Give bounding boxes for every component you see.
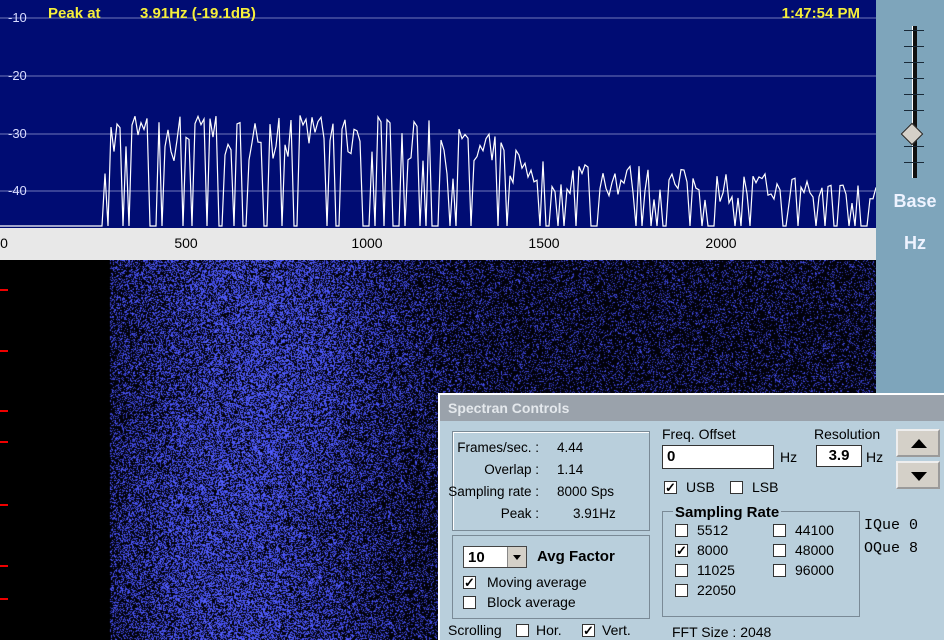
fft-size-value: 2048 xyxy=(740,624,772,640)
overlap-label: Overlap : xyxy=(484,462,539,477)
db-label-10: -10 xyxy=(8,10,27,25)
base-label: Base xyxy=(893,191,937,211)
queue-status: IQue 0 OQue 8 xyxy=(864,514,918,560)
rate-44100-label: 44100 xyxy=(795,522,834,538)
averaging-panel: 10 Avg Factor ✓ Moving average Block ave… xyxy=(452,535,650,619)
time-marker xyxy=(0,504,8,506)
out-queue-label: OQue xyxy=(864,540,901,557)
freq-tick-label: 2000 xyxy=(705,235,737,251)
peak-stat-value: 3.91Hz xyxy=(573,506,616,521)
freq-tick-label: 1500 xyxy=(528,235,560,251)
peak-label: Peak at xyxy=(48,5,101,22)
fft-size: FFT Size : 2048 xyxy=(672,624,771,640)
freq-offset-label: Freq. Offset xyxy=(662,426,736,442)
peak-stat-label: Peak : xyxy=(500,506,539,521)
sampling-rate-title: Sampling Rate xyxy=(673,504,782,521)
slider-notch xyxy=(904,162,924,163)
scroll-vertical-label: Vert. xyxy=(602,622,631,638)
slider-notch xyxy=(904,62,924,63)
freq-tick-label: 1000 xyxy=(351,235,383,251)
lsb-label: LSB xyxy=(752,479,779,495)
resolution-unit: Hz xyxy=(866,449,884,465)
usb-label: USB xyxy=(686,479,715,495)
in-queue-value: 0 xyxy=(909,517,919,534)
rate-5512-label: 5512 xyxy=(697,522,729,538)
frequency-axis: 0 500 1000 1500 2000 xyxy=(0,228,876,260)
spectrum-trace xyxy=(0,114,876,227)
overlap-value: 1.14 xyxy=(557,462,584,477)
base-slider-thumb[interactable] xyxy=(900,122,924,146)
time-marker xyxy=(0,565,8,567)
resolution-up-button[interactable] xyxy=(896,429,940,457)
usb-checkbox[interactable]: ✓ xyxy=(664,481,677,494)
base-slider-track[interactable] xyxy=(912,26,917,178)
resolution-label: Resolution xyxy=(814,426,881,442)
db-label-40: -40 xyxy=(8,183,27,198)
freq-offset-input[interactable]: 0 xyxy=(662,445,774,469)
spectrum-plot xyxy=(0,17,876,227)
rate-11025-checkbox[interactable] xyxy=(675,564,688,577)
moving-average-checkbox[interactable]: ✓ xyxy=(463,576,476,589)
rate-48000-label: 48000 xyxy=(795,542,834,558)
rate-44100-checkbox[interactable] xyxy=(773,524,786,537)
peak-value: 3.91Hz (-19.1dB) xyxy=(140,5,256,22)
moving-average-label: Moving average xyxy=(487,574,587,590)
rate-22050-checkbox[interactable] xyxy=(675,584,688,597)
scrolling-label: Scrolling xyxy=(448,622,502,638)
rate-48000-checkbox[interactable] xyxy=(773,544,786,557)
avg-factor-label: Avg Factor xyxy=(537,548,615,565)
db-label-30: -30 xyxy=(8,126,27,141)
db-label-20: -20 xyxy=(8,68,27,83)
time-marker xyxy=(0,410,8,412)
stats-panel: Frames/sec. : 4.44 Overlap : 1.14 Sampli… xyxy=(448,431,650,531)
base-unit-label: Hz xyxy=(904,233,926,253)
fft-size-label: FFT Size : xyxy=(672,624,737,640)
block-average-checkbox[interactable] xyxy=(463,596,476,609)
spectran-controls-window: Spectran Controls Frames/sec. : 4.44 Ove… xyxy=(438,393,944,640)
block-average-label: Block average xyxy=(487,594,576,610)
slider-notch xyxy=(904,78,924,79)
rate-22050-label: 22050 xyxy=(697,582,736,598)
frames-value: 4.44 xyxy=(557,440,584,455)
spectrum-display: -10 -20 -30 -40 Peak at 3.91Hz (-19.1dB)… xyxy=(0,0,876,228)
window-titlebar[interactable]: Spectran Controls xyxy=(440,395,944,421)
time-marker xyxy=(0,289,8,291)
slider-notch xyxy=(904,46,924,47)
frames-label: Frames/sec. : xyxy=(457,440,539,455)
slider-notch xyxy=(904,146,924,147)
chevron-down-icon[interactable] xyxy=(507,547,526,567)
resolution-down-button[interactable] xyxy=(896,461,940,489)
resolution-input[interactable]: 3.9 xyxy=(816,445,862,467)
rate-8000-checkbox[interactable]: ✓ xyxy=(675,544,688,557)
sampling-rate-label: Sampling rate : xyxy=(448,484,539,499)
rate-11025-label: 11025 xyxy=(697,562,735,578)
slider-notch xyxy=(904,94,924,95)
time-marker xyxy=(0,350,8,352)
freq-tick-label: 0 xyxy=(0,235,8,251)
rate-96000-checkbox[interactable] xyxy=(773,564,786,577)
slider-notch xyxy=(904,110,924,111)
avg-factor-select[interactable]: 10 xyxy=(463,546,527,568)
rate-5512-checkbox[interactable] xyxy=(675,524,688,537)
rate-96000-label: 96000 xyxy=(795,562,834,578)
lsb-checkbox[interactable] xyxy=(730,481,743,494)
slider-notch xyxy=(904,30,924,31)
rate-8000-label: 8000 xyxy=(697,542,729,558)
clock: 1:47:54 PM xyxy=(781,5,860,22)
scroll-horizontal-checkbox[interactable] xyxy=(516,624,529,637)
in-queue-label: IQue xyxy=(864,517,901,534)
time-marker xyxy=(0,441,8,443)
out-queue-value: 8 xyxy=(909,540,919,557)
scroll-vertical-checkbox[interactable]: ✓ xyxy=(582,624,595,637)
avg-factor-value: 10 xyxy=(468,549,485,566)
freq-offset-unit: Hz xyxy=(780,449,798,465)
sampling-rate-group: Sampling Rate 5512 ✓ 8000 11025 22050 44… xyxy=(662,504,860,617)
sampling-rate-value: 8000 Sps xyxy=(557,484,615,499)
scroll-horizontal-label: Hor. xyxy=(536,622,562,638)
time-marker xyxy=(0,598,8,600)
base-panel: Base Hz xyxy=(876,0,944,400)
freq-tick-label: 500 xyxy=(174,235,198,251)
